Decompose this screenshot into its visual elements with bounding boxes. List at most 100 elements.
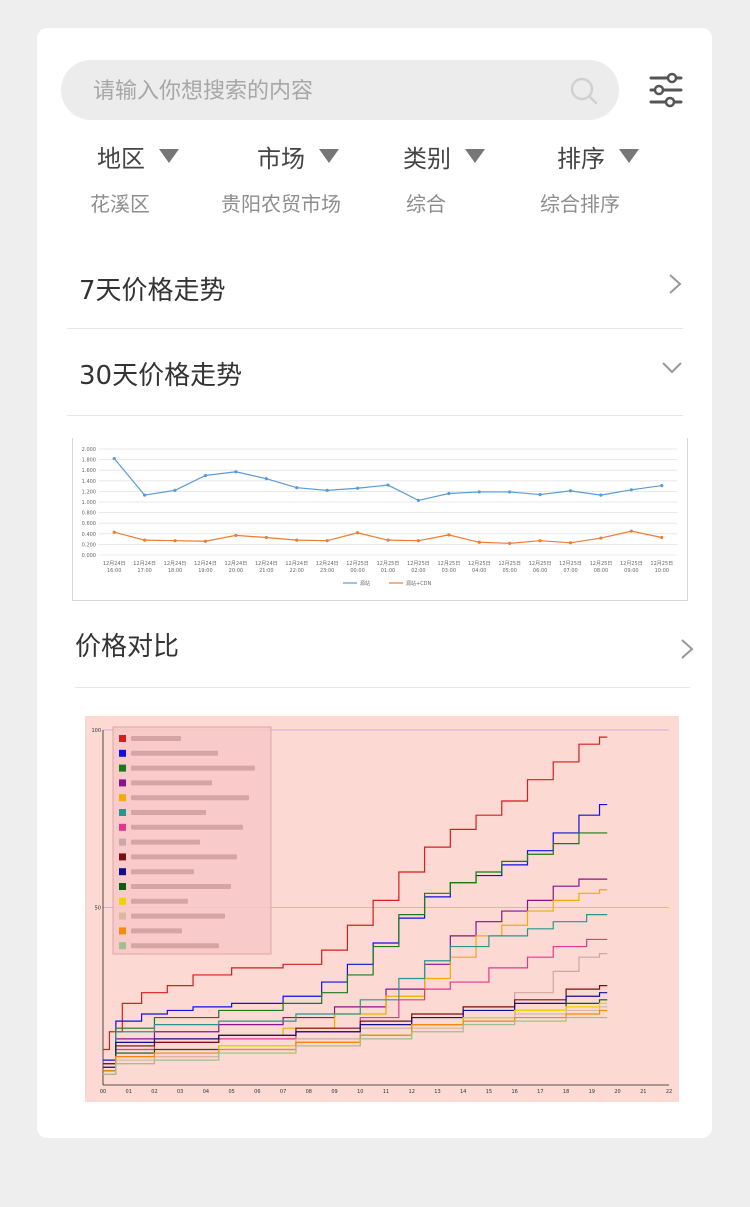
x-tick-label: 14	[460, 1089, 466, 1095]
data-point	[112, 456, 116, 461]
sort-dropdown[interactable]: 排序	[557, 136, 639, 176]
legend-swatch	[119, 912, 126, 920]
price-compare-chart: 100 50 00 01 02 03 04 05 06 07 08 09 10 11 12 13 14 15 16 1…	[85, 716, 679, 1102]
data-point	[447, 533, 451, 537]
data-point	[295, 538, 299, 542]
data-point	[447, 491, 451, 496]
x-tick-label: 12月25日	[620, 561, 643, 567]
data-point	[325, 488, 329, 492]
x-tick-label: 10:00	[655, 568, 669, 574]
thirty-day-trend-title: 30天价格走势	[79, 361, 243, 391]
legend-blurred-text	[131, 928, 182, 934]
legend-swatch	[119, 809, 126, 816]
data-point	[660, 535, 664, 540]
x-tick-label: 12月25日	[346, 561, 369, 567]
data-point	[416, 498, 421, 503]
caret-down-icon	[319, 149, 339, 163]
chevron-right-icon	[669, 274, 682, 294]
market-dropdown[interactable]: 市场	[257, 136, 339, 176]
data-point	[234, 533, 238, 537]
x-tick-label: 12月25日	[377, 561, 400, 567]
x-tick-label: 07:00	[563, 568, 577, 574]
data-point	[355, 486, 360, 490]
legend-blurred-text	[131, 898, 188, 904]
legend-blurred-text	[131, 854, 237, 860]
x-tick-label: 05:00	[502, 568, 516, 574]
search-input[interactable]	[91, 60, 555, 122]
thirty-day-trend-row[interactable]: 30天价格走势	[67, 346, 683, 406]
x-tick-label: 15	[486, 1089, 492, 1095]
x-tick-label: 12月24日	[103, 561, 126, 567]
x-tick-label: 02:00	[411, 568, 425, 574]
x-tick-label: 12月24日	[225, 561, 248, 567]
region-dropdown-label: 地区	[97, 144, 145, 173]
legend-blurred-text	[131, 824, 243, 830]
y-tick-label: 50	[95, 906, 101, 912]
y-tick-label: 1.400	[82, 479, 96, 485]
legend-label: 源站+CDN	[406, 580, 432, 587]
x-tick-label: 21	[640, 1089, 646, 1095]
x-tick-label: 03:00	[442, 568, 456, 574]
x-tick-label: 09	[331, 1089, 337, 1095]
y-tick-label: 0.800	[82, 511, 96, 517]
chevron-down-icon	[662, 362, 682, 374]
x-tick-label: 12月25日	[590, 561, 613, 567]
y-tick-label: 0.200	[82, 542, 96, 548]
caret-down-icon	[465, 149, 485, 163]
x-tick-label: 06:00	[533, 568, 547, 574]
x-tick-label: 20	[614, 1089, 620, 1095]
data-point	[173, 488, 177, 492]
selected-sort: 综合排序	[540, 192, 620, 216]
data-point	[477, 490, 481, 494]
x-tick-label: 20:00	[229, 568, 243, 574]
x-tick-label: 12月25日	[407, 561, 430, 567]
price-compare-row[interactable]: 价格对比	[67, 620, 694, 680]
legend-swatch	[119, 883, 126, 890]
legend-swatch	[119, 823, 126, 831]
x-tick-label: 12月24日	[194, 561, 217, 567]
data-point	[629, 529, 633, 533]
selected-region: 花溪区	[90, 192, 150, 216]
data-point	[264, 535, 268, 540]
data-point	[477, 540, 481, 544]
divider	[67, 328, 683, 329]
x-tick-label: 19:00	[198, 568, 212, 574]
x-tick-label: 12月25日	[650, 561, 673, 567]
category-dropdown[interactable]: 类别	[403, 136, 485, 176]
search-bar[interactable]	[61, 60, 619, 122]
data-point	[264, 477, 268, 481]
seven-day-trend-title: 7天价格走势	[79, 276, 226, 306]
x-tick-label: 12月24日	[255, 561, 278, 567]
x-tick-label: 04	[203, 1089, 209, 1095]
price-compare-title: 价格对比	[75, 632, 180, 662]
legend-swatch	[119, 749, 126, 757]
legend-blurred-text	[131, 884, 231, 889]
data-point	[234, 470, 238, 474]
data-point	[295, 486, 299, 490]
data-point	[112, 530, 116, 534]
category-dropdown-label: 类别	[403, 144, 451, 173]
x-tick-label: 18:00	[168, 568, 182, 574]
series-line	[113, 458, 662, 502]
caret-down-icon	[159, 149, 179, 163]
region-dropdown[interactable]: 地区	[97, 136, 179, 176]
x-tick-label: 12	[409, 1089, 415, 1095]
data-point	[568, 489, 573, 493]
search-icon[interactable]	[569, 76, 599, 106]
data-point	[599, 493, 603, 497]
y-tick-label: 0.400	[82, 532, 96, 538]
y-tick-label: 2.000	[82, 447, 96, 453]
x-tick-label: 18	[563, 1089, 569, 1095]
x-tick-label: 08	[306, 1089, 312, 1095]
seven-day-trend-row[interactable]: 7天价格走势	[67, 258, 683, 318]
data-point	[173, 539, 177, 543]
legend-swatch	[119, 897, 126, 905]
x-tick-label: 22:00	[290, 568, 304, 574]
legend-blurred-text	[131, 795, 249, 801]
market-dropdown-label: 市场	[257, 144, 305, 173]
data-point	[508, 541, 512, 545]
filter-settings-icon[interactable]	[649, 72, 683, 108]
legend-blurred-text	[131, 765, 255, 771]
divider	[75, 687, 690, 688]
data-point	[538, 492, 542, 497]
